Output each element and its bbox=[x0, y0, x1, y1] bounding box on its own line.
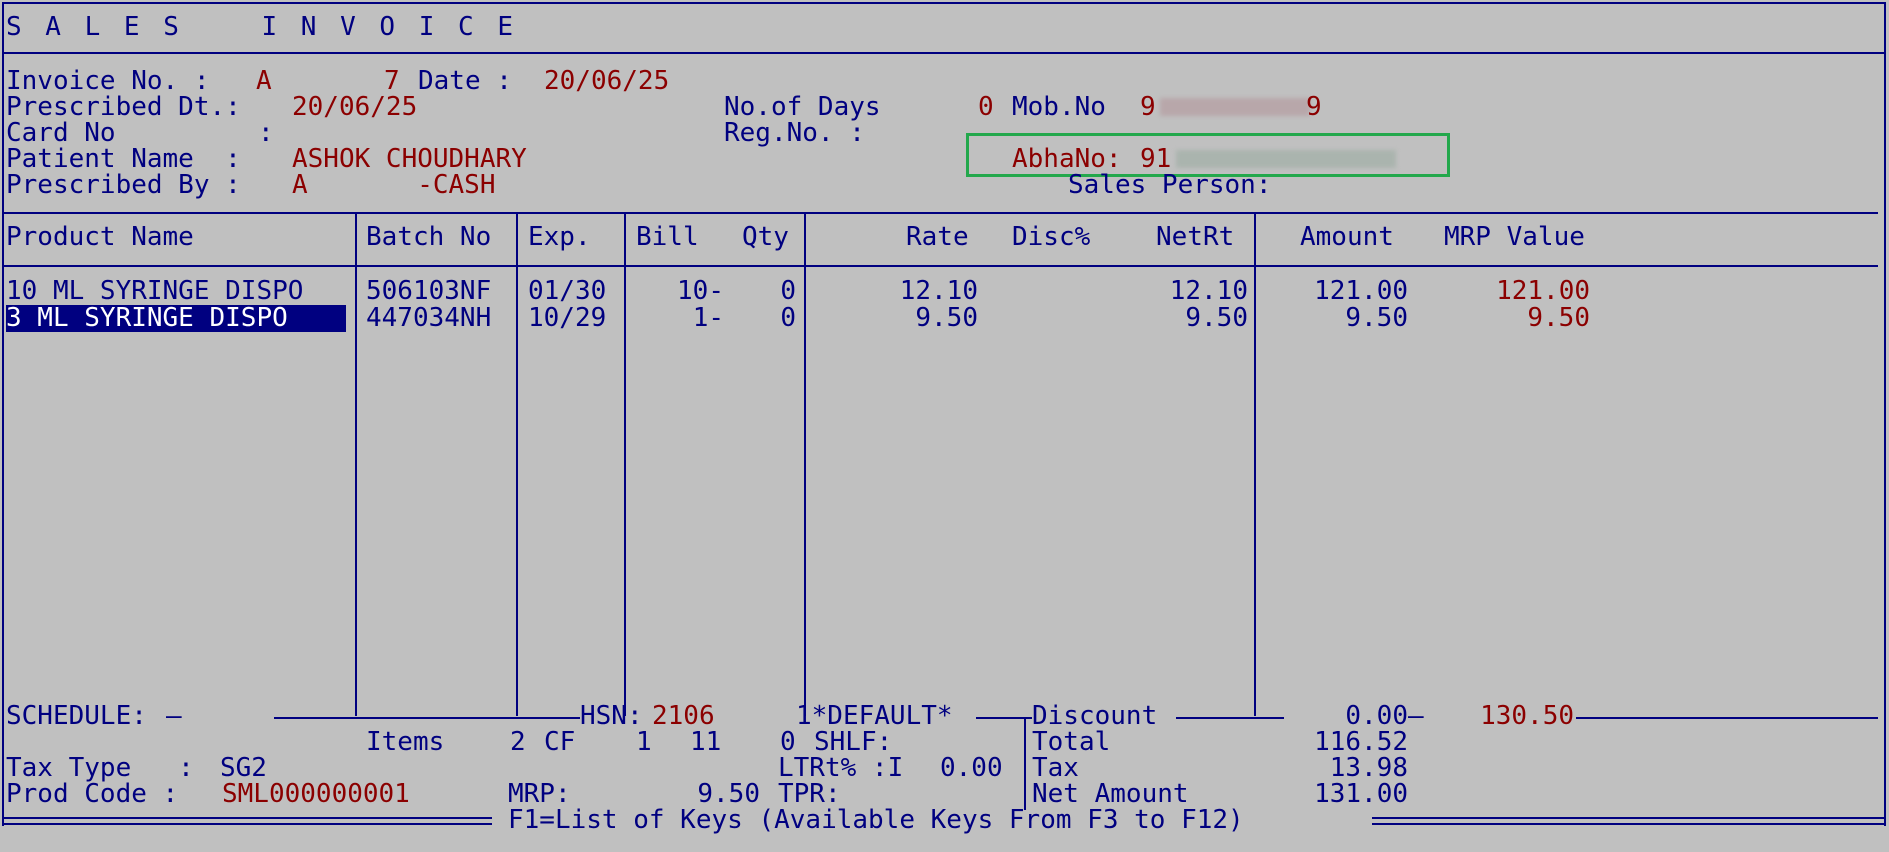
col-header-qty: Qty bbox=[742, 222, 789, 252]
tax-value: 13.98 bbox=[1329, 753, 1408, 783]
prod-code-value[interactable]: SML000000001 bbox=[222, 781, 410, 808]
cell-batch: 447034NH bbox=[366, 303, 492, 333]
col-header-rate: Rate bbox=[906, 222, 969, 252]
tax-label: Tax bbox=[1032, 753, 1079, 783]
schedule-dash: — bbox=[166, 701, 182, 731]
prod-code-label: Prod Code : bbox=[6, 779, 179, 809]
schedule-label: SCHEDULE: bbox=[6, 701, 147, 731]
cell-netrt: 9.50 bbox=[1185, 303, 1248, 333]
col-header-batch-no: Batch No bbox=[366, 222, 492, 252]
invoice-no-label: Invoice No. : bbox=[6, 66, 210, 96]
bottom-line-left-b bbox=[2, 823, 492, 825]
mrp-value-total: 130.50 bbox=[1480, 701, 1574, 731]
abha-no-label: AbhaNo: bbox=[1012, 144, 1122, 174]
reg-no-label: Reg.No. : bbox=[724, 118, 865, 148]
date-value[interactable]: 20/06/25 bbox=[544, 68, 669, 95]
ltrt-label: LTRt% :I bbox=[778, 753, 904, 783]
mob-no-masked bbox=[1160, 98, 1310, 116]
cell-amount: 121.00 bbox=[1314, 276, 1408, 306]
cell-rate: 9.50 bbox=[915, 303, 978, 333]
mob-no-suffix: 9 bbox=[1306, 92, 1322, 122]
invoice-number[interactable]: 7 bbox=[384, 68, 400, 95]
discount-value: 0.00 bbox=[1345, 701, 1408, 731]
total-label: Total bbox=[1032, 727, 1111, 757]
items-label: Items bbox=[366, 727, 445, 757]
cell-exp: 01/30 bbox=[528, 276, 607, 306]
tax-type-value[interactable]: SG2 bbox=[220, 755, 267, 782]
tpr-label: TPR: bbox=[778, 779, 841, 809]
cell-rate: 12.10 bbox=[899, 276, 978, 306]
shelf-prefix: 0 bbox=[780, 727, 796, 757]
footer-line-right bbox=[1576, 717, 1878, 719]
col-sep-4 bbox=[804, 213, 806, 716]
cell-product: 10 ML SYRINGE DISPO bbox=[6, 276, 304, 306]
total-value: 116.52 bbox=[1314, 727, 1408, 757]
cell-mrp-value: 121.00 bbox=[1496, 276, 1590, 306]
cell-bill: 10- bbox=[677, 276, 724, 306]
prescribed-by-label: Prescribed By : bbox=[6, 170, 241, 200]
cf-value-1: 1 bbox=[636, 727, 652, 757]
prescribed-by-value[interactable]: A -CASH bbox=[292, 172, 496, 199]
col-header-mrp-value: MRP Value bbox=[1444, 222, 1585, 252]
col-sep-2 bbox=[516, 213, 518, 716]
cell-qty: 0 bbox=[780, 303, 796, 333]
discount-label: Discount bbox=[1032, 701, 1158, 731]
cell-mrp-value: 9.50 bbox=[1527, 303, 1590, 333]
cell-netrt: 12.10 bbox=[1169, 276, 1248, 306]
hsn-value: 2106 bbox=[652, 701, 715, 731]
cf-value-2: 11 bbox=[690, 727, 722, 757]
mrp-value: 9.50 bbox=[697, 779, 760, 809]
abha-no-prefix[interactable]: 91 bbox=[1140, 146, 1171, 173]
sales-person-label: Sales Person: bbox=[1068, 170, 1272, 200]
cell-exp: 10/29 bbox=[528, 303, 607, 333]
col-header-bill: Bill bbox=[636, 222, 699, 252]
net-amount-value: 131.00 bbox=[1314, 779, 1408, 809]
cell-qty: 0 bbox=[780, 276, 796, 306]
no-of-days-label: No.of Days bbox=[724, 92, 881, 122]
card-no-separator: : bbox=[258, 118, 274, 148]
mrp-label: MRP: bbox=[508, 779, 571, 809]
shelf-label: SHLF: bbox=[814, 727, 893, 757]
invoice-series[interactable]: A bbox=[256, 68, 272, 95]
col-header-amount: Amount bbox=[1300, 222, 1394, 252]
items-count: 2 bbox=[510, 727, 526, 757]
cell-product: 3 ML SYRINGE DISPO bbox=[6, 305, 346, 332]
prescribed-dt-value[interactable]: 20/06/25 bbox=[292, 94, 417, 121]
col-header-exp: Exp. bbox=[528, 222, 591, 252]
cell-amount: 9.50 bbox=[1345, 303, 1408, 333]
mob-no-prefix[interactable]: 9 bbox=[1140, 94, 1156, 121]
ltrt-value: 0.00 bbox=[940, 753, 1003, 783]
no-of-days-value[interactable]: 0 bbox=[978, 94, 994, 121]
cell-batch: 506103NF bbox=[366, 276, 492, 306]
tax-type-label: Tax Type : bbox=[6, 753, 194, 783]
table-top-line bbox=[4, 212, 1878, 214]
bottom-line-right-a bbox=[1372, 817, 1884, 819]
col-sep-1 bbox=[355, 213, 357, 716]
footer-line-left bbox=[274, 717, 580, 719]
keys-hint: F1=List of Keys (Available Keys From F3 … bbox=[508, 805, 1244, 835]
table-header-line bbox=[4, 265, 1878, 267]
hsn-label: HSN: bbox=[580, 701, 643, 731]
prescribed-dt-label: Prescribed Dt.: bbox=[6, 92, 241, 122]
net-amount-label: Net Amount bbox=[1032, 779, 1189, 809]
cf-label: CF bbox=[544, 727, 576, 757]
col-header-netrt: NetRt bbox=[1156, 222, 1235, 252]
bottom-line-right-b bbox=[1372, 823, 1884, 825]
mob-no-label: Mob.No bbox=[1012, 92, 1106, 122]
abha-no-masked bbox=[1176, 150, 1396, 168]
window-title: S A L E S I N V O I C E bbox=[6, 12, 517, 42]
totals-separator bbox=[1024, 718, 1026, 810]
col-sep-5 bbox=[1254, 213, 1256, 716]
card-no-label: Card No bbox=[6, 118, 116, 148]
cell-bill: 1- bbox=[692, 303, 724, 333]
date-label: Date : bbox=[418, 66, 512, 96]
default-text: 1*DEFAULT* bbox=[796, 701, 953, 731]
patient-name-label: Patient Name : bbox=[6, 144, 241, 174]
bottom-line-left-a bbox=[2, 817, 492, 819]
patient-name-value[interactable]: ASHOK CHOUDHARY bbox=[292, 146, 527, 173]
col-header-product-name: Product Name bbox=[6, 222, 194, 252]
col-header-disc: Disc% bbox=[1012, 222, 1091, 252]
